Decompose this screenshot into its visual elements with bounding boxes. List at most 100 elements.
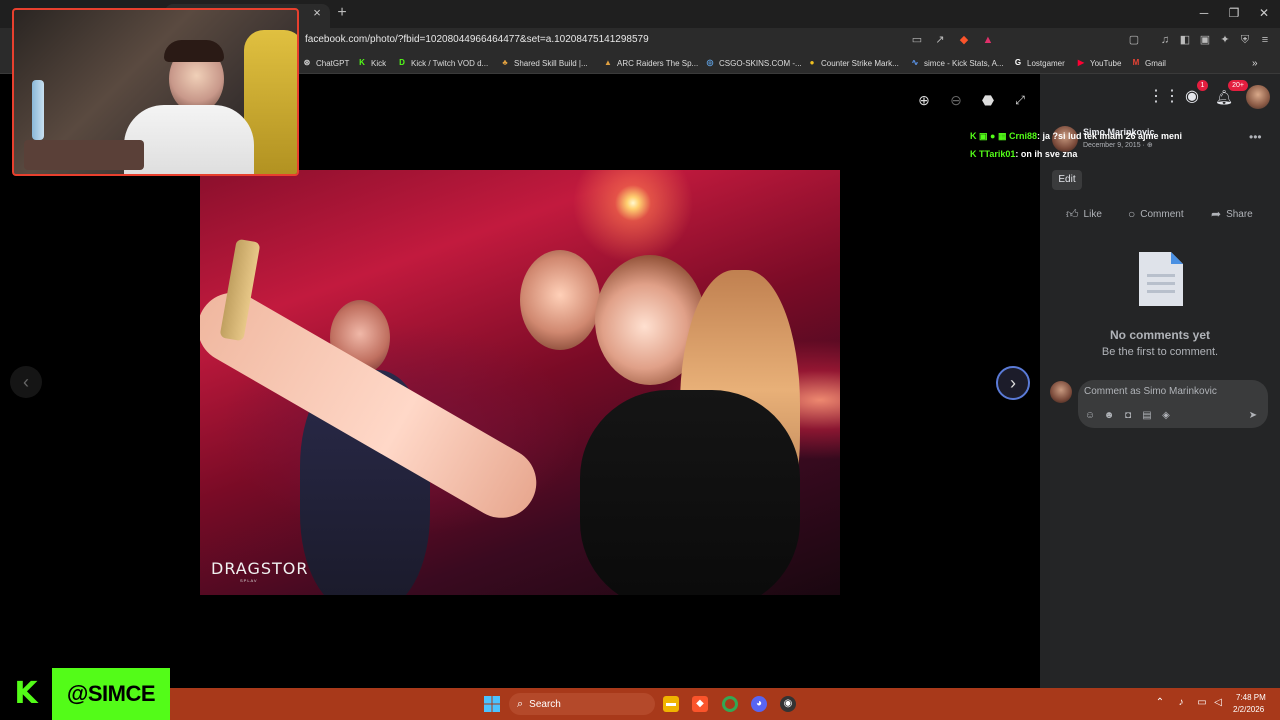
lostgamer-icon: G [1014, 58, 1022, 67]
bookmark-item[interactable]: G Lostgamer [1013, 58, 1065, 68]
zoom-in-icon[interactable]: ⊕ [915, 91, 933, 109]
kick-icon: K [359, 58, 365, 67]
more-options-icon[interactable]: ••• [1249, 130, 1262, 144]
bookmark-item[interactable]: D Kick / Twitch VOD d... [397, 58, 488, 68]
photo-watermark: DRAGSTOR [211, 559, 309, 578]
kick-d-icon: D [399, 58, 405, 67]
chat-message: K TTarik01: on ih sve zna [970, 149, 1078, 159]
menu-icon[interactable]: ≡ [1258, 33, 1272, 47]
webcam-overlay [12, 8, 299, 176]
brave-browser-icon[interactable]: ◆ [692, 696, 708, 712]
comment-input[interactable] [1084, 386, 1254, 397]
fullscreen-icon[interactable]: ⤢ [1011, 91, 1029, 109]
kick-logo: K [0, 668, 52, 720]
menu-grid-icon[interactable]: ⋮⋮ [1148, 85, 1180, 109]
bookmark-item[interactable]: M Gmail [1131, 58, 1166, 68]
file-explorer-icon[interactable]: ▬ [663, 696, 679, 712]
bookmark-item[interactable]: ● Counter Strike Mark... [807, 58, 899, 68]
tray-overflow-icon[interactable]: ⌃ [1154, 697, 1166, 709]
zoom-out-icon[interactable]: ⊖ [947, 91, 965, 109]
tag-icon[interactable]: ⬣ [979, 91, 997, 109]
leaf-icon: ♣ [502, 58, 508, 67]
sidebar-toggle-icon[interactable]: ▢ [1127, 33, 1141, 47]
brave-rewards-icon[interactable]: ▲ [981, 33, 995, 47]
sticker-icon[interactable]: ◈ [1160, 410, 1172, 422]
document-icon [1139, 252, 1183, 306]
next-photo-button[interactable]: › [996, 366, 1030, 400]
restore-icon[interactable]: ❐ [1222, 4, 1246, 22]
network-icon[interactable]: ▭ [1196, 697, 1208, 709]
clock-date[interactable]: 2/2/2026 [1233, 705, 1264, 714]
like-button[interactable]: 👍︎ Like [1066, 207, 1102, 222]
account-avatar[interactable] [1246, 85, 1270, 109]
post-date[interactable]: December 9, 2015 · ⊕ [1083, 141, 1153, 149]
chrome-icon[interactable] [722, 696, 738, 712]
commenter-avatar [1050, 381, 1072, 403]
taskbar-search[interactable]: ⌕ Search [509, 693, 655, 715]
bookmark-item[interactable]: ◎ CSGO-SKINS.COM -... [705, 58, 802, 68]
reader-icon[interactable]: ◧ [1178, 33, 1192, 47]
share-button[interactable]: ➦ Share [1211, 207, 1253, 221]
gmail-icon: M [1132, 58, 1140, 67]
chat-message: K ▣ ● ▦ Crni88: ja ?si lud tek imam 26 a… [970, 131, 1183, 141]
comment-button[interactable]: ○ Comment [1128, 207, 1184, 221]
kick-badge-icon: K ▣ ● ▦ [970, 131, 1009, 141]
cs-market-icon: ● [809, 58, 815, 67]
window-close-icon[interactable]: ✕ [1252, 4, 1276, 22]
search-icon: ⌕ [517, 697, 524, 710]
no-comments-subtitle: Be the first to comment. [1101, 346, 1219, 358]
avatar-sticker-icon[interactable]: ☺ [1084, 410, 1096, 422]
microphone-icon[interactable]: ♪ [1175, 697, 1187, 709]
photo[interactable]: DRAGSTOR SPLAV [200, 170, 840, 595]
share-page-icon[interactable]: ↗ [933, 33, 947, 47]
arc-icon: ▲ [604, 58, 612, 67]
streamer-hair [164, 40, 224, 62]
streamer-handle: @SIMCE [52, 668, 170, 720]
previous-photo-button[interactable]: ‹ [10, 366, 42, 398]
stats-icon: ∿ [911, 58, 919, 67]
gif-icon[interactable]: ▤ [1141, 410, 1153, 422]
bookmark-item[interactable]: ♣ Shared Skill Build |... [500, 58, 587, 68]
globe-icon: ⊕ [1146, 142, 1153, 149]
woman-right-dress [580, 390, 800, 595]
photo-watermark-sub: SPLAV [240, 578, 258, 583]
minimize-icon[interactable]: ─ [1192, 4, 1216, 22]
discord-icon[interactable]: ◕ [751, 696, 767, 712]
emoji-icon[interactable]: ☻ [1103, 410, 1115, 422]
clock-time[interactable]: 7:48 PM [1236, 693, 1266, 702]
brave-shield-icon[interactable]: ◆ [957, 33, 971, 47]
close-tab-icon[interactable]: × [310, 6, 324, 20]
chatgpt-icon: ⊛ [303, 58, 311, 67]
camera-icon[interactable]: ◘ [1122, 410, 1134, 422]
media-icon[interactable]: ♫ [1158, 33, 1172, 47]
edit-button[interactable]: Edit [1052, 170, 1082, 190]
comment-bubble-icon: ○ [1128, 207, 1136, 221]
share-arrow-icon: ➦ [1211, 207, 1222, 221]
bookmarks-overflow-icon[interactable]: » [1252, 58, 1258, 69]
kick-badge-icon: K [970, 149, 979, 159]
new-tab-button[interactable]: + [334, 5, 350, 21]
notifications-badge: 20+ [1228, 80, 1248, 91]
bookmark-item[interactable]: K Kick [357, 58, 386, 68]
send-icon[interactable]: ➤ [1247, 410, 1259, 422]
no-comments-title: No comments yet [1109, 328, 1211, 342]
water-bottle [32, 80, 44, 140]
vpn-icon[interactable]: ⛨ [1238, 33, 1252, 47]
youtube-icon: ▶ [1077, 58, 1085, 67]
messenger-badge: 1 [1197, 80, 1208, 91]
thumbs-up-icon: 👍︎ [1066, 207, 1079, 221]
obs-icon[interactable]: ◉ [780, 696, 796, 712]
address-bar[interactable]: facebook.com/photo/?fbid=102080449664644… [305, 34, 649, 45]
desk [24, 140, 144, 170]
woman-middle-face [520, 250, 600, 350]
bookmark-item[interactable]: ∿ simce - Kick Stats, A... [910, 58, 1004, 68]
volume-icon[interactable]: ◁ [1212, 697, 1224, 709]
leo-ai-icon[interactable]: ✦ [1218, 33, 1232, 47]
bookmark-item[interactable]: ▲ ARC Raiders The Sp... [603, 58, 698, 68]
csgo-icon: ◎ [706, 58, 714, 67]
bookmark-item[interactable]: ▶ YouTube [1076, 58, 1122, 68]
bookmark-item[interactable]: ⊛ ChatGPT [302, 58, 350, 68]
wallet-icon[interactable]: ▣ [1198, 33, 1212, 47]
cast-icon[interactable]: ▭ [910, 33, 924, 47]
windows-start-icon[interactable] [484, 696, 500, 712]
